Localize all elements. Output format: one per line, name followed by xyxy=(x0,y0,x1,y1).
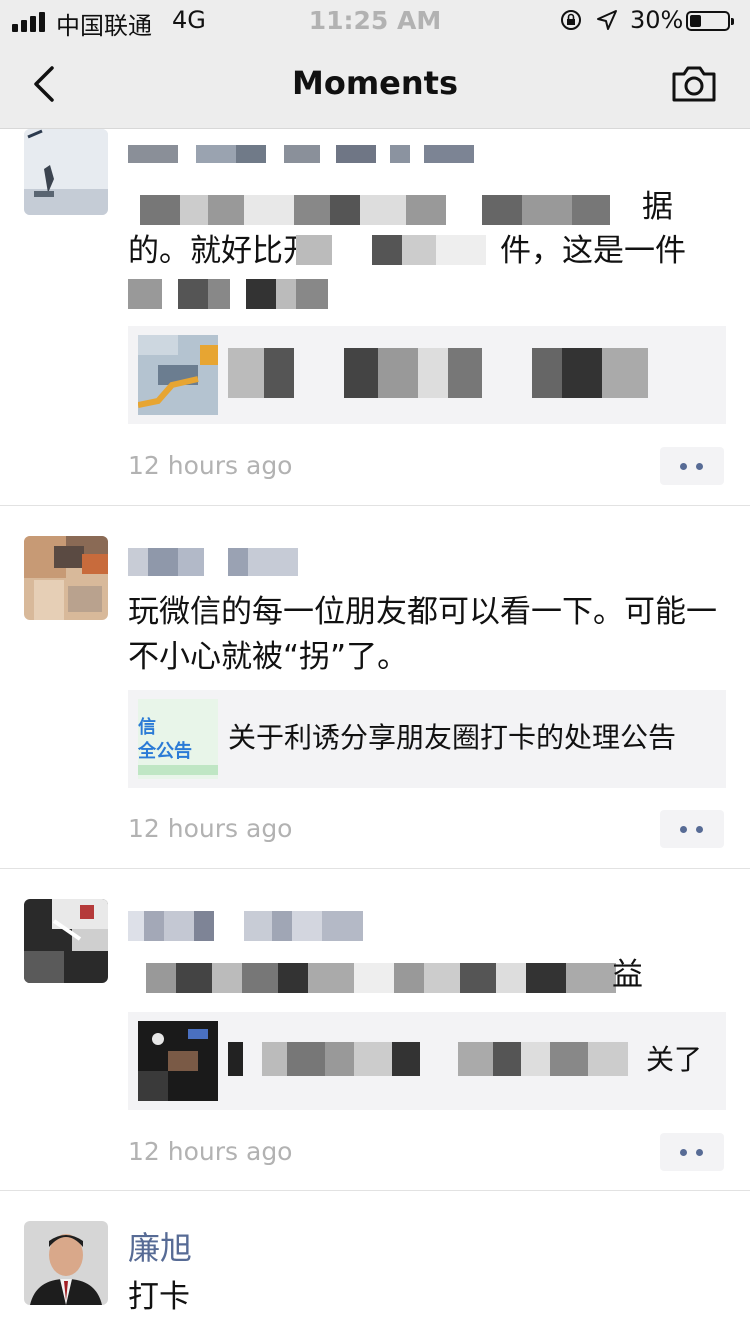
moment-post: 廉旭 打卡 xyxy=(0,1191,750,1334)
poster-name[interactable]: 廉旭 xyxy=(128,1223,192,1269)
moment-post: 益 关了 12 hours ago xyxy=(0,869,750,1191)
avatar[interactable] xyxy=(24,1221,108,1305)
post-timestamp: 12 hours ago xyxy=(128,451,293,480)
moment-post: 据 的。就好比开弓 件，这是一件 12 hours ago xyxy=(0,129,750,506)
location-icon xyxy=(597,10,617,30)
post-text-fragment: 件，这是一件 xyxy=(500,233,686,269)
blurred-text xyxy=(128,279,328,309)
avatar[interactable] xyxy=(24,129,108,215)
orientation-lock-icon xyxy=(561,10,581,30)
post-timestamp: 12 hours ago xyxy=(128,1137,293,1166)
battery-percent: 30% xyxy=(630,6,684,34)
avatar-image xyxy=(24,1221,108,1305)
battery-icon xyxy=(686,11,734,31)
post-text-fragment: 益 xyxy=(612,957,643,993)
avatar[interactable] xyxy=(24,899,108,983)
blurred-link-title xyxy=(228,1042,629,1076)
blurred-text xyxy=(296,235,486,265)
link-thumbnail xyxy=(138,335,218,415)
blurred-link-title xyxy=(228,348,648,398)
blurred-name xyxy=(128,911,363,941)
link-card[interactable]: 关了 xyxy=(128,1012,726,1110)
page-title: Moments xyxy=(292,64,458,102)
thumbnail-line: 信 xyxy=(138,717,156,738)
nav-bar: Moments xyxy=(0,42,750,129)
status-bar: 中国联通 4G 11:25 AM 30% xyxy=(0,0,750,42)
more-dots-icon[interactable] xyxy=(660,447,724,485)
blurred-name xyxy=(128,548,298,576)
avatar[interactable] xyxy=(24,536,108,620)
link-card[interactable] xyxy=(128,326,726,424)
link-thumbnail: 信 全公告 xyxy=(138,699,218,779)
more-dots-icon[interactable] xyxy=(660,1133,724,1171)
post-timestamp: 12 hours ago xyxy=(128,814,293,843)
post-text: 打卡 xyxy=(128,1279,190,1315)
moment-post: 玩微信的每一位朋友都可以看一下。可能一不小心就被“拐”了。 信 全公告 关于利诱… xyxy=(0,506,750,869)
camera-icon[interactable] xyxy=(670,64,718,104)
link-thumbnail xyxy=(138,1021,218,1101)
avatar-image xyxy=(24,129,108,215)
link-title: 关于利诱分享朋友圈打卡的处理公告 xyxy=(228,721,677,754)
link-title-fragment: 关了 xyxy=(646,1043,703,1076)
blurred-text xyxy=(140,195,610,225)
blurred-text xyxy=(146,963,616,993)
blurred-name xyxy=(128,145,518,163)
thumbnail-line: 全公告 xyxy=(138,741,192,762)
more-dots-icon[interactable] xyxy=(660,810,724,848)
post-text: 玩微信的每一位朋友都可以看一下。可能一不小心就被“拐”了。 xyxy=(128,594,717,675)
link-card[interactable]: 信 全公告 关于利诱分享朋友圈打卡的处理公告 xyxy=(128,690,726,788)
post-text-fragment: 据 xyxy=(642,189,673,225)
avatar-image xyxy=(24,899,108,983)
avatar-image xyxy=(24,536,108,620)
